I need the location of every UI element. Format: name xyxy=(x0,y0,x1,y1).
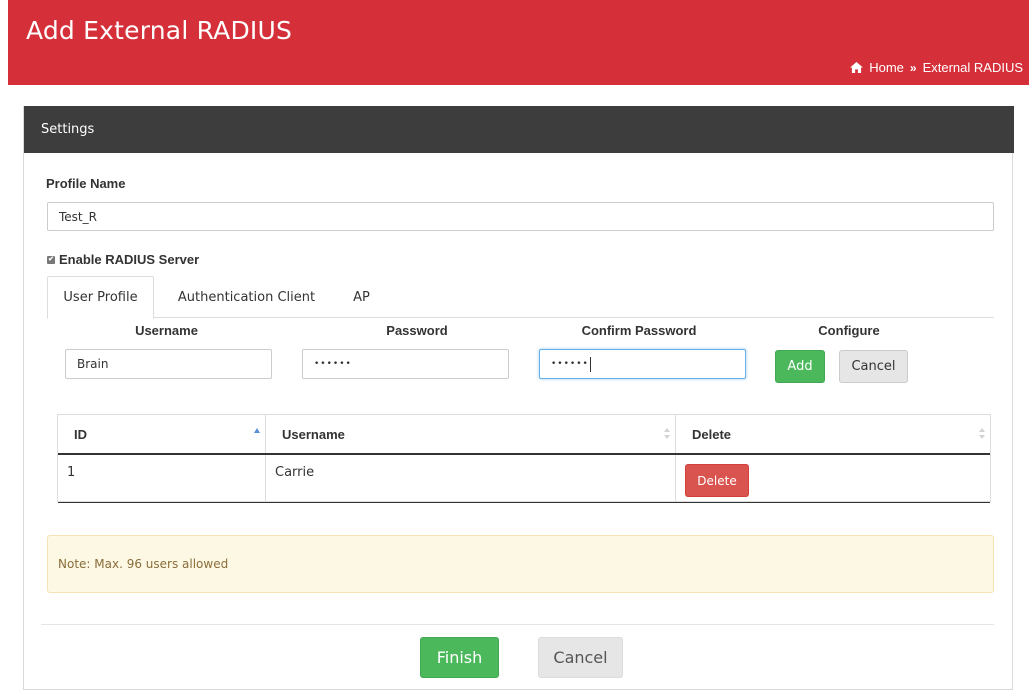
users-table: ID Username Delete 1 Carrie Delete xyxy=(57,414,991,503)
tab-user-profile[interactable]: User Profile xyxy=(47,276,154,319)
column-header-id[interactable]: ID xyxy=(58,415,266,453)
sort-icon[interactable] xyxy=(979,428,985,439)
text-cursor xyxy=(589,356,591,372)
column-header-username-label: Username xyxy=(282,426,345,442)
username-input[interactable]: Brain xyxy=(65,349,272,379)
checkbox-checked-icon[interactable]: ✔ xyxy=(47,255,55,264)
tab-ap[interactable]: AP xyxy=(339,276,384,318)
sort-icon[interactable] xyxy=(664,428,670,439)
breadcrumb-separator: » xyxy=(909,60,917,75)
finish-button[interactable]: Finish xyxy=(420,637,499,678)
confirm-password-input[interactable]: •••••• xyxy=(539,349,746,379)
profile-name-label: Profile Name xyxy=(46,176,126,191)
page-header: Add External RADIUS Home » External RADI… xyxy=(8,0,1029,85)
cancel-button[interactable]: Cancel xyxy=(538,637,623,678)
cancel-configure-button[interactable]: Cancel xyxy=(839,350,908,383)
password-input[interactable]: •••••• xyxy=(302,349,509,379)
password-column-label: Password xyxy=(386,323,448,338)
sort-ascending-icon[interactable] xyxy=(254,428,260,439)
enable-radius-label: Enable RADIUS Server xyxy=(59,252,200,267)
table-cell-id: 1 xyxy=(58,455,266,503)
column-header-username[interactable]: Username xyxy=(266,415,676,453)
table-cell-username: Carrie xyxy=(266,455,676,503)
enable-radius-checkbox[interactable]: ✔ Enable RADIUS Server xyxy=(47,252,199,267)
configure-column-label: Configure xyxy=(818,323,880,338)
table-cell-delete: Delete xyxy=(676,455,990,503)
column-header-id-label: ID xyxy=(74,426,87,442)
max-users-note: Note: Max. 96 users allowed xyxy=(47,535,994,593)
profile-name-input[interactable]: Test_R xyxy=(47,202,994,231)
panel-title: Settings xyxy=(24,106,1014,153)
page-title: Add External RADIUS xyxy=(26,16,293,45)
breadcrumb-home-link[interactable]: Home xyxy=(869,60,904,75)
settings-panel: Settings Profile Name Test_R ✔ Enable RA… xyxy=(23,106,1014,690)
table-bottom-border xyxy=(58,502,990,503)
add-button[interactable]: Add xyxy=(775,350,825,383)
username-column-label: Username xyxy=(135,323,198,338)
confirm-password-column-label: Confirm Password xyxy=(581,323,697,338)
tab-authentication-client[interactable]: Authentication Client xyxy=(154,276,339,318)
footer-divider xyxy=(41,624,994,625)
tab-bar: User Profile Authentication Client AP xyxy=(47,276,994,319)
delete-row-button[interactable]: Delete xyxy=(685,464,749,497)
breadcrumb-current: External RADIUS xyxy=(922,60,1023,75)
home-icon[interactable] xyxy=(850,62,864,73)
confirm-password-value: •••••• xyxy=(551,359,589,369)
column-header-delete-label: Delete xyxy=(692,426,732,442)
breadcrumb: Home » External RADIUS xyxy=(850,60,1023,75)
column-header-delete[interactable]: Delete xyxy=(676,415,990,453)
